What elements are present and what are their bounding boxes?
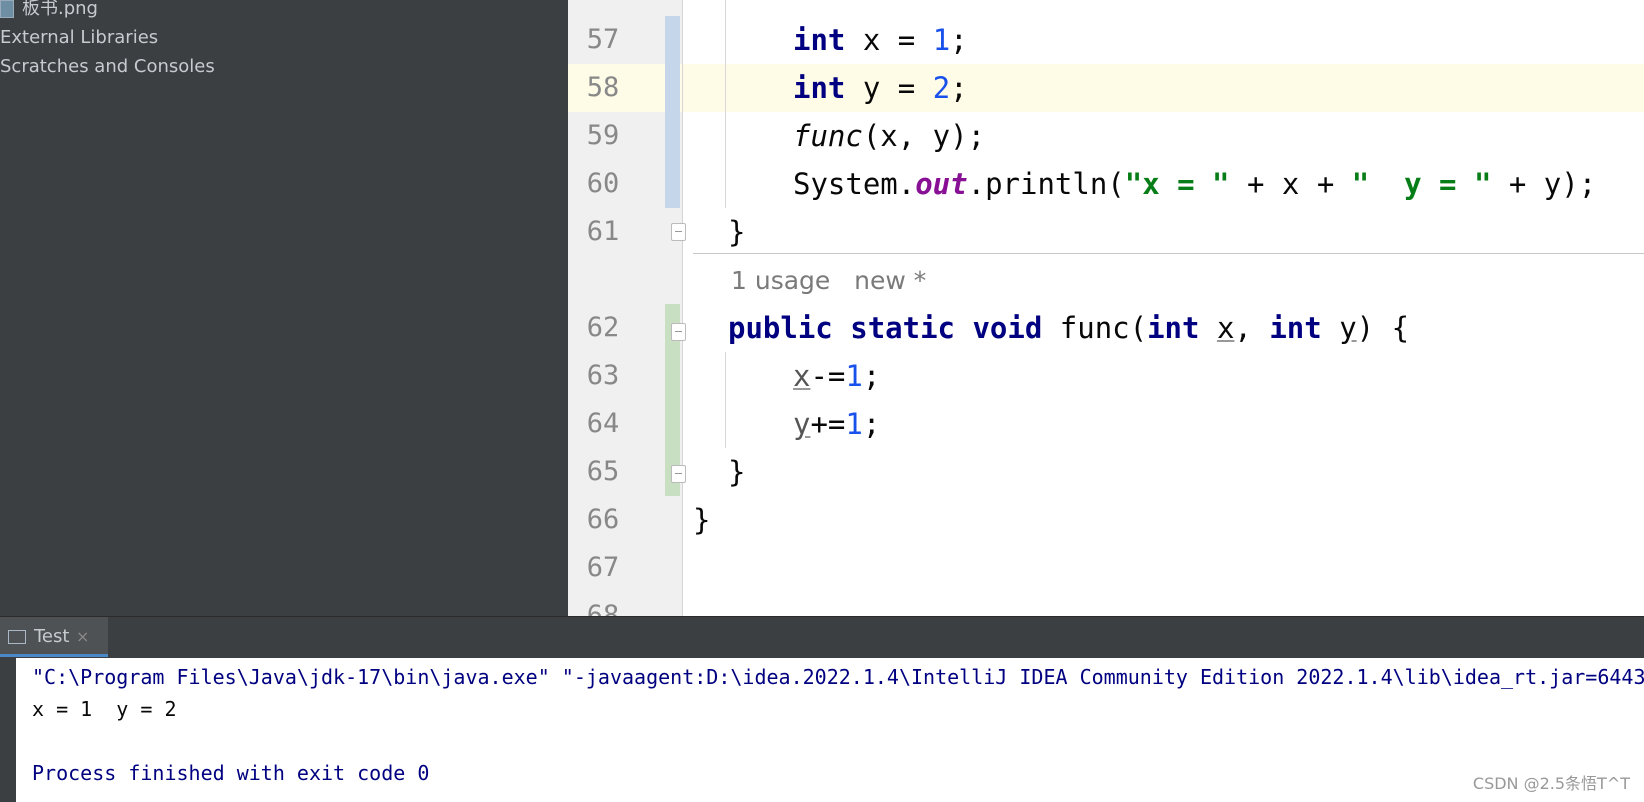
console-toolbar: [0, 658, 16, 802]
line-number: 65: [586, 456, 620, 487]
code-text: ;: [862, 407, 881, 441]
method-call: func: [793, 119, 863, 153]
code-text: ) {: [1356, 311, 1410, 345]
line-number: 68: [586, 600, 620, 616]
line-number: 61: [586, 216, 620, 247]
usage-count: 1 usage: [731, 266, 831, 295]
image-file-icon: [0, 0, 14, 18]
number-literal: 2: [932, 71, 951, 105]
fold-marker-icon[interactable]: [671, 323, 686, 341]
tree-item-image-file[interactable]: 板书.png: [0, 0, 98, 23]
run-console[interactable]: "C:\Program Files\Java\jdk-17\bin\java.e…: [0, 658, 1644, 802]
code-text: + y);: [1491, 167, 1597, 201]
parameter: x: [793, 359, 811, 393]
console-command-line: "C:\Program Files\Java\jdk-17\bin\java.e…: [32, 665, 1644, 689]
code-line-61: }: [728, 215, 746, 249]
console-exit-message: Process finished with exit code 0: [32, 761, 430, 785]
keyword: int: [793, 71, 846, 105]
code-line-62: public static void func(int x, int y) {: [728, 304, 1409, 352]
parameter: y: [1339, 311, 1357, 345]
code-editor[interactable]: 57 58 59 60 61 62 63 64 65 66 67 68 int …: [568, 0, 1644, 616]
code-text: ;: [862, 359, 881, 393]
line-number: 57: [586, 24, 620, 55]
tree-item-label: External Libraries: [0, 27, 159, 48]
number-literal: 1: [932, 23, 951, 57]
fold-marker-icon[interactable]: [671, 223, 686, 241]
method-separator: [693, 253, 1644, 254]
parameter: y: [793, 407, 811, 441]
fold-marker-icon[interactable]: [671, 465, 686, 483]
keyword: public: [728, 311, 833, 345]
author-status: new *: [854, 266, 927, 295]
line-number: 58: [586, 72, 620, 103]
static-field: out: [915, 167, 968, 201]
code-text: ;: [950, 71, 968, 105]
tab-test[interactable]: Test ×: [0, 617, 108, 657]
keyword: static: [850, 311, 955, 345]
code-area[interactable]: int x = 1; int y = 2; func(x, y); System…: [683, 0, 1644, 616]
vcs-modified-bar[interactable]: [665, 16, 680, 208]
code-line-64: y+=1;: [793, 400, 880, 448]
indent-guide: [725, 352, 726, 448]
keyword: int: [1269, 311, 1322, 345]
code-text: (x, y);: [862, 119, 986, 153]
code-line-66: }: [693, 503, 711, 537]
code-text: x =: [845, 23, 933, 57]
parameter: x: [1216, 311, 1235, 345]
console-icon: [8, 630, 26, 644]
line-number: 66: [586, 504, 620, 535]
operator: -=: [810, 359, 846, 393]
editor-gutter: 57 58 59 60 61 62 63 64 65 66 67 68: [568, 0, 686, 616]
operator: +=: [810, 407, 846, 441]
usage-inlay-hint[interactable]: 1 usage new *: [731, 257, 926, 305]
code-line-57: int x = 1;: [793, 16, 968, 64]
code-text: System.: [793, 167, 916, 201]
tree-item-label: Scratches and Consoles: [0, 56, 215, 77]
number-literal: 1: [845, 407, 863, 441]
tree-item-label: 板书.png: [22, 0, 98, 19]
keyword: int: [793, 23, 846, 57]
line-number: 64: [586, 408, 620, 439]
line-number: 63: [586, 360, 620, 391]
code-line-59: func(x, y);: [793, 112, 985, 160]
code-text: y =: [845, 71, 933, 105]
line-number: 60: [586, 168, 620, 199]
code-text: ;: [950, 23, 968, 57]
keyword: void: [972, 311, 1043, 345]
tree-item-scratches[interactable]: Scratches and Consoles: [0, 53, 215, 81]
line-number: 59: [586, 120, 620, 151]
code-text: + x +: [1229, 167, 1352, 201]
tree-item-external-libraries[interactable]: External Libraries: [0, 24, 158, 52]
string-literal: " y = ": [1351, 167, 1492, 201]
tab-label: Test: [34, 626, 70, 647]
line-number: 62: [586, 312, 620, 343]
string-literal: "x = ": [1124, 167, 1230, 201]
code-line-65: }: [728, 455, 746, 489]
code-text: ,: [1234, 311, 1270, 345]
code-text: .println(: [967, 167, 1125, 201]
run-toolwindow-header: Test ×: [0, 616, 1644, 659]
project-tree-panel: 板书.png External Libraries Scratches and …: [0, 0, 568, 616]
watermark: CSDN @2.5条悟T^T: [1472, 774, 1630, 793]
code-line-60: System.out.println("x = " + x + " y = " …: [793, 160, 1596, 208]
method-name: func(: [1042, 311, 1148, 345]
indent-guide: [725, 0, 726, 208]
code-line-63: x-=1;: [793, 352, 880, 400]
line-number: 67: [586, 552, 620, 583]
console-output-line: x = 1 y = 2: [32, 697, 177, 721]
code-line-58: int y = 2;: [793, 64, 968, 112]
keyword: int: [1147, 311, 1200, 345]
number-literal: 1: [845, 359, 863, 393]
close-icon[interactable]: ×: [76, 617, 89, 657]
